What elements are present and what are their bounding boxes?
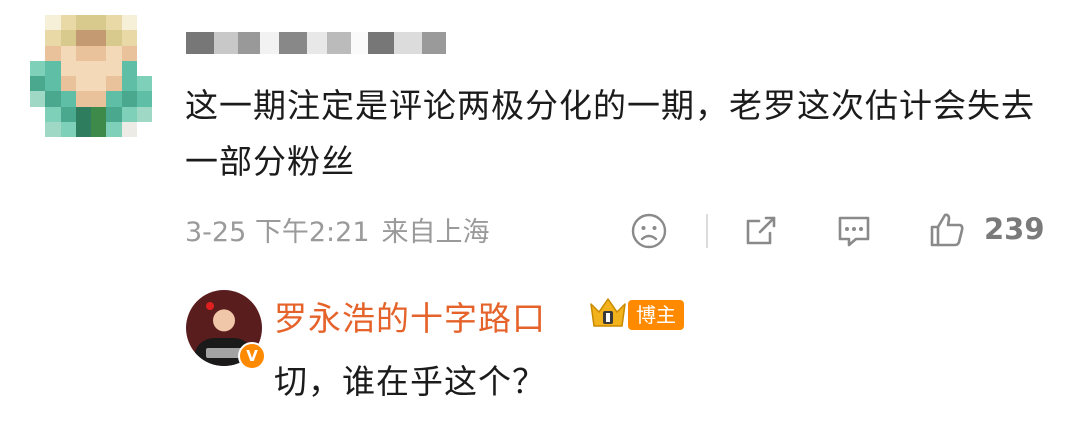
thumbs-up-icon[interactable]: [926, 209, 968, 251]
crown-icon: [588, 294, 628, 332]
like-count: 239: [984, 212, 1045, 246]
share-icon[interactable]: [741, 211, 781, 251]
sad-face-icon[interactable]: [629, 211, 669, 251]
commenter-name-blurred[interactable]: [186, 30, 446, 56]
comment-location: 来自上海: [381, 217, 490, 248]
comment-meta: 3-25 下午2:21 来自上海: [185, 210, 490, 249]
comment-time: 3-25 下午2:21: [185, 217, 370, 248]
comment-icon[interactable]: [834, 211, 874, 251]
blogger-badge: 博主: [628, 300, 684, 330]
action-divider: [706, 214, 708, 248]
reply-author-name[interactable]: 罗永浩的十字路口: [274, 292, 546, 340]
commenter-avatar[interactable]: [30, 15, 152, 137]
verified-icon: V: [238, 342, 266, 370]
comment-text: 这一期注定是评论两极分化的一期，老罗这次估计会失去一部分粉丝: [185, 86, 1035, 181]
reply-text: 切，谁在乎这个？: [274, 362, 546, 401]
